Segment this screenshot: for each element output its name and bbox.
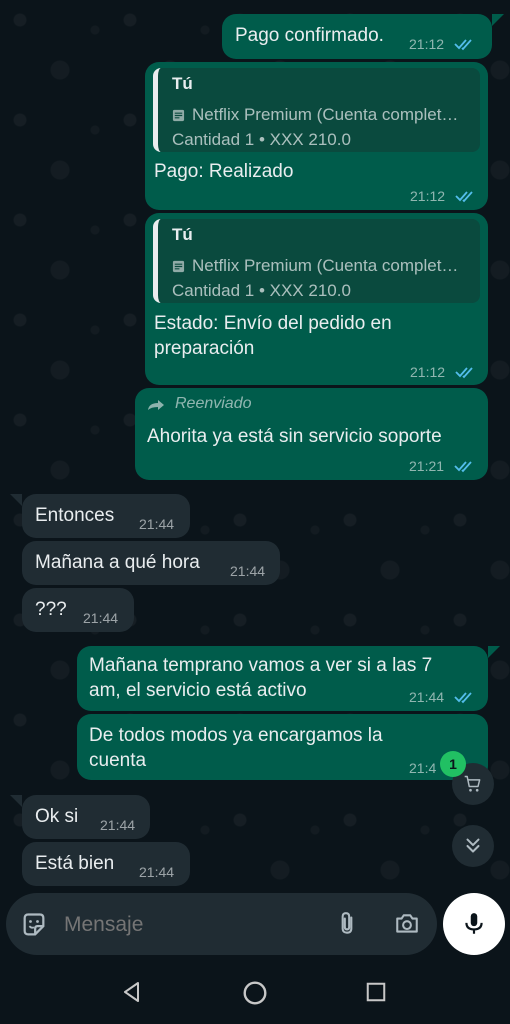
sticker-icon[interactable] xyxy=(20,911,48,939)
quote-author: Tú xyxy=(172,225,193,244)
message-time: 21:44 xyxy=(139,864,175,880)
recents-square-icon[interactable] xyxy=(365,981,387,1003)
message-text-line: am, el servicio está activo xyxy=(89,680,307,701)
bubble-tail xyxy=(10,795,22,807)
message-bubble-incoming[interactable]: Mañana a qué hora 21:44 xyxy=(22,541,280,585)
message-bubble-incoming[interactable]: Está bien 21:44 xyxy=(22,842,190,886)
read-ticks-icon xyxy=(455,191,473,203)
cart-icon xyxy=(464,775,481,792)
message-time: 21:12 xyxy=(410,364,446,380)
message-bubble-incoming[interactable]: ??? 21:44 xyxy=(22,588,134,632)
bubble-tail xyxy=(488,646,500,658)
camera-icon[interactable] xyxy=(393,911,421,937)
forward-arrow-icon xyxy=(148,400,164,410)
message-text-line: preparación xyxy=(154,338,255,359)
message-text-line: De todos modos ya encargamos la xyxy=(89,725,383,746)
message-bubble-outgoing[interactable]: Mañana temprano vamos a ver si a las 7 a… xyxy=(77,646,488,711)
mic-icon xyxy=(465,913,483,934)
message-bubble-outgoing[interactable]: De todos modos ya encargamos la cuenta 2… xyxy=(77,714,488,780)
message-time: 21:44 xyxy=(230,563,266,579)
message-bubble-outgoing-reply[interactable]: Tú Netflix Premium (Cuenta complet… Cant… xyxy=(145,62,488,210)
message-time: 21:44 xyxy=(83,610,119,626)
message-time: 21:44 xyxy=(100,817,136,833)
message-text: ??? xyxy=(35,599,67,620)
back-triangle-icon[interactable] xyxy=(120,980,144,1004)
message-bubble-outgoing[interactable]: Pago confirmado. 21:12 xyxy=(222,14,492,59)
document-icon xyxy=(172,109,185,122)
message-time: 21:44 xyxy=(409,689,445,705)
message-time: 21:12 xyxy=(409,36,445,52)
message-text: Ahorita ya está sin servicio soporte xyxy=(147,426,442,447)
message-text: Entonces xyxy=(35,505,115,526)
message-time: 21:12 xyxy=(410,188,446,204)
message-text: Está bien xyxy=(35,853,115,874)
home-circle-icon[interactable] xyxy=(242,980,268,1006)
message-text: Ok si xyxy=(35,806,79,827)
message-time: 21:4 xyxy=(409,760,437,776)
system-navigation-bar xyxy=(0,960,510,1024)
message-text: Pago: Realizado xyxy=(154,161,294,182)
read-ticks-icon xyxy=(454,39,472,51)
document-icon xyxy=(172,260,185,273)
bubble-tail xyxy=(492,14,504,26)
message-text: Mañana a qué hora xyxy=(35,552,200,573)
message-time: 21:21 xyxy=(409,458,445,474)
quoted-message[interactable]: Tú Netflix Premium (Cuenta complet… Cant… xyxy=(153,68,480,152)
message-bubble-outgoing-reply[interactable]: Tú Netflix Premium (Cuenta complet… Cant… xyxy=(145,213,488,385)
message-time: 21:44 xyxy=(139,516,175,532)
quote-detail: Cantidad 1 • XXX 210.0 xyxy=(172,130,351,149)
double-chevron-down-icon xyxy=(466,838,480,853)
message-bubble-forwarded[interactable]: Reenviado Ahorita ya está sin servicio s… xyxy=(135,388,488,480)
message-text-line: cuenta xyxy=(89,750,147,771)
quote-author: Tú xyxy=(172,74,193,93)
scroll-to-bottom-button[interactable] xyxy=(452,825,494,867)
quote-detail: Cantidad 1 • XXX 210.0 xyxy=(172,281,351,300)
message-bubble-incoming[interactable]: Entonces 21:44 xyxy=(22,494,190,538)
bubble-tail xyxy=(10,494,22,506)
read-ticks-icon xyxy=(454,461,472,473)
read-ticks-icon xyxy=(455,367,473,379)
paperclip-icon[interactable] xyxy=(334,910,360,938)
quoted-message[interactable]: Tú Netflix Premium (Cuenta complet… Cant… xyxy=(153,219,480,303)
message-text-line: Estado: Envío del pedido en xyxy=(154,313,392,334)
quote-product: Netflix Premium (Cuenta complet… xyxy=(192,105,459,124)
message-input[interactable] xyxy=(62,907,316,943)
forwarded-label: Reenviado xyxy=(175,395,252,412)
cart-badge: 1 xyxy=(440,751,466,777)
message-text: Pago confirmado. xyxy=(235,25,384,46)
voice-message-button[interactable] xyxy=(443,893,505,955)
message-bubble-incoming[interactable]: Ok si 21:44 xyxy=(22,795,150,839)
message-text-line: Mañana temprano vamos a ver si a las 7 xyxy=(89,655,433,676)
read-ticks-icon xyxy=(454,692,472,704)
message-composer[interactable] xyxy=(6,893,437,955)
quote-product: Netflix Premium (Cuenta complet… xyxy=(192,256,459,275)
